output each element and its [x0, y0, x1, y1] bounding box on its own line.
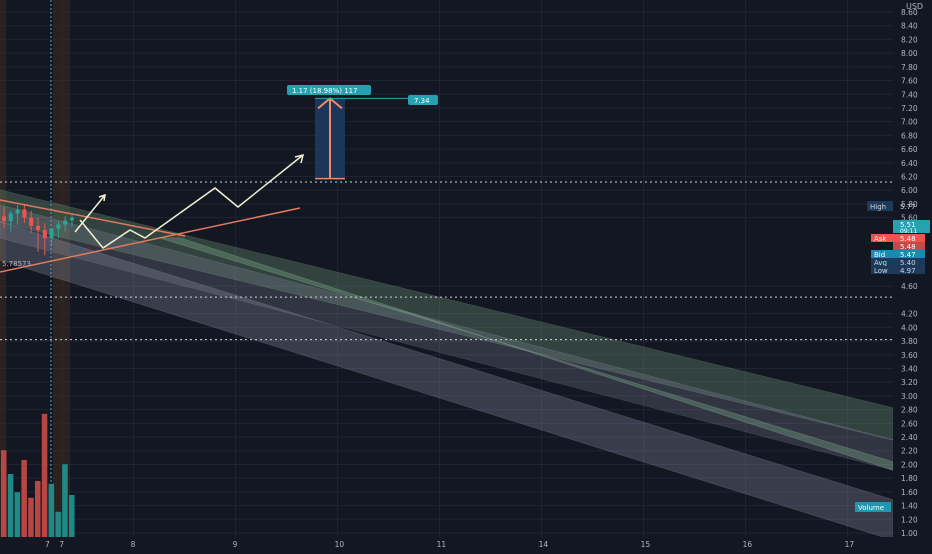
- price-axis[interactable]: 8.608.408.208.007.807.607.407.207.006.80…: [893, 0, 932, 550]
- price-tick-label: 7.60: [901, 77, 918, 86]
- price-tick-label: 3.60: [901, 351, 918, 360]
- high-label-name: High: [870, 203, 886, 211]
- price-tick-label: 1.20: [901, 515, 918, 524]
- measure-label-box: 1.17 (18.98%) 117: [287, 85, 371, 95]
- candle-body: [15, 209, 20, 214]
- candle-body: [63, 220, 68, 225]
- volume-bar: [21, 460, 27, 537]
- left-price-label: 5.78573: [2, 260, 31, 268]
- low-label-value: 4.97: [900, 267, 916, 275]
- measure-target-box: 7.34: [408, 95, 438, 105]
- volume-bar: [48, 483, 55, 537]
- price-tick-label: 8.20: [901, 35, 918, 44]
- time-tick-label: 7: [59, 540, 64, 549]
- time-tick-label: 9: [233, 540, 238, 549]
- price-tick-label: 7.40: [901, 90, 918, 99]
- volume-legend: Volume: [855, 502, 891, 512]
- volume-bar: [14, 492, 21, 537]
- measure-label-text: 1.17 (18.98%) 117: [292, 87, 358, 95]
- candle-body: [2, 216, 6, 222]
- measure-target-text: 7.34: [414, 97, 430, 105]
- time-tick-label: 15: [641, 540, 651, 549]
- price-tick-label: 2.20: [901, 447, 918, 456]
- time-tick-label: 16: [743, 540, 753, 549]
- time-tick-label: 17: [845, 540, 855, 549]
- volume-bar: [1, 450, 7, 537]
- price-tick-label: 4.00: [901, 323, 918, 332]
- candle-body: [29, 217, 34, 226]
- price-tick-label: 1.00: [901, 529, 918, 538]
- chart-area[interactable]: 6.124.443.82 8.608.408.208.007.807.607.4…: [0, 0, 932, 550]
- price-tick-label: 7.80: [901, 63, 918, 72]
- last-price-label: 5.51 09:11: [893, 220, 930, 235]
- avg-label-value: 5.40: [900, 259, 916, 267]
- volume-bar: [41, 413, 48, 537]
- volume-legend-label: Volume: [858, 504, 884, 512]
- volume-bar: [69, 495, 75, 537]
- price-tick-label: 6.00: [901, 186, 918, 195]
- time-tick-label: 14: [539, 540, 549, 549]
- countdown-value: 09:11: [900, 228, 917, 235]
- price-tick-label: 1.80: [901, 474, 918, 483]
- price-tick-label: 7.20: [901, 104, 918, 113]
- candle-body: [22, 209, 27, 218]
- price-tick-label: 3.80: [901, 337, 918, 346]
- time-tick-label: 8: [131, 540, 136, 549]
- price-tick-label: 2.40: [901, 433, 918, 442]
- bid-label-value: 5.47: [900, 251, 916, 259]
- price-tick-label: 6.40: [901, 159, 918, 168]
- candle-body: [49, 228, 54, 239]
- candle-body: [36, 225, 40, 230]
- time-tick-label: 7: [45, 540, 50, 549]
- time-tick-label: 10: [335, 540, 345, 549]
- price-tick-label: 1.60: [901, 488, 918, 497]
- low-label-name: Low: [874, 267, 888, 275]
- candle-body: [56, 224, 61, 229]
- avg-label-name: Avg: [874, 259, 887, 267]
- bid-label: Bid 5.47: [871, 250, 925, 259]
- price-tick-label: 2.60: [901, 419, 918, 428]
- high-label-value: 5.77: [900, 203, 916, 211]
- high-label: High 5.77: [867, 201, 916, 211]
- price-tick-label: 2.80: [901, 406, 918, 415]
- ask-sub-value: 5.48: [900, 243, 916, 251]
- price-tick-label: 6.80: [901, 131, 918, 140]
- price-tick-label: 8.40: [901, 22, 918, 31]
- currency-label: USD: [906, 2, 923, 11]
- price-chart[interactable]: 6.124.443.82 8.608.408.208.007.807.607.4…: [0, 0, 932, 550]
- time-axis-bg: [0, 537, 932, 550]
- price-tick-label: 6.20: [901, 173, 918, 182]
- price-tick-label: 4.60: [901, 282, 918, 291]
- volume-bar: [35, 481, 41, 537]
- price-tick-label: 3.40: [901, 364, 918, 373]
- candle-body: [42, 229, 47, 239]
- bid-label-name: Bid: [874, 251, 885, 259]
- price-tick-label: 3.00: [901, 392, 918, 401]
- volume-bar: [7, 474, 14, 537]
- ask-label-name: Ask: [874, 235, 887, 243]
- avg-label: Avg 5.40: [871, 258, 925, 267]
- price-tick-label: 3.20: [901, 378, 918, 387]
- volume-bar: [28, 497, 34, 537]
- time-axis[interactable]: 7 7 8 9 10 11 14 15 16 17: [0, 537, 932, 550]
- candle-body: [8, 213, 13, 222]
- price-tick-label: 4.20: [901, 310, 918, 319]
- candle-body: [70, 217, 74, 221]
- price-tick-label: 7.00: [901, 118, 918, 127]
- volume-bar: [55, 511, 61, 537]
- low-label: Low 4.97: [871, 266, 925, 275]
- price-tick-label: 1.40: [901, 502, 918, 511]
- price-tick-label: 6.60: [901, 145, 918, 154]
- ask-label-value: 5.48: [900, 235, 916, 243]
- price-tick-label: 8.00: [901, 49, 918, 58]
- time-tick-label: 11: [437, 540, 447, 549]
- volume-bar: [62, 464, 68, 537]
- price-tick-label: 2.00: [901, 460, 918, 469]
